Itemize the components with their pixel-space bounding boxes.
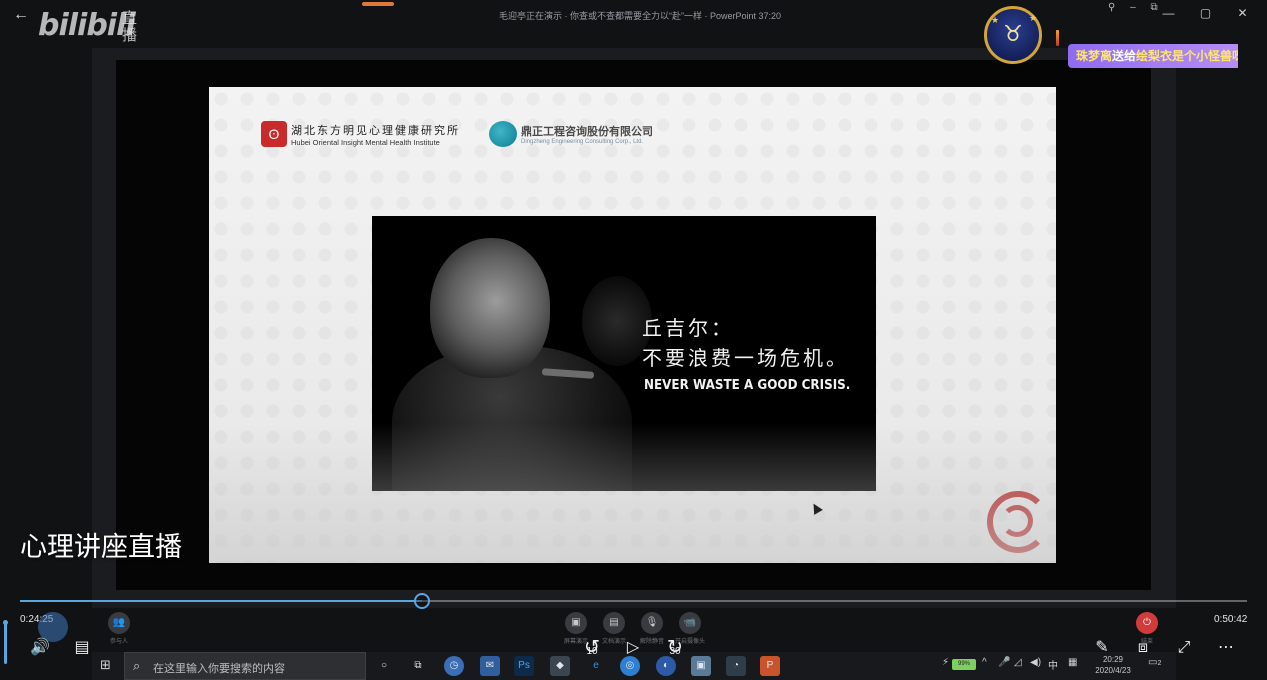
progress-bar[interactable] <box>20 593 1247 609</box>
cortana-icon[interactable]: ○ <box>374 656 394 676</box>
comment-icon: ▤ <box>74 639 90 656</box>
screen-app-icon[interactable]: ▣ <box>691 656 711 676</box>
rewind-seconds: 10 <box>586 646 598 657</box>
plug-icon: ⚡ <box>942 657 950 668</box>
camera-icon: 📹 <box>679 612 701 634</box>
battery-indicator[interactable]: 99% <box>952 659 976 670</box>
mail-icon[interactable]: ✉ <box>480 656 500 676</box>
forward-seconds: 30 <box>669 646 681 657</box>
mic-icon: 🎙 <box>641 612 663 634</box>
streamer-avatar[interactable]: ★ ★ ♉ <box>984 6 1042 64</box>
org2-name-en: Dingzheng Engineering Consulting Corp., … <box>521 139 644 145</box>
level-indicator <box>1056 30 1059 46</box>
volume-tray-icon[interactable]: ◀) <box>1030 657 1041 668</box>
edit-button[interactable]: ✎ <box>1090 637 1114 659</box>
participants-label: 参与人 <box>109 639 128 645</box>
forward-button[interactable]: ↻ 30 <box>663 637 687 659</box>
chevron-up-icon[interactable]: ^ <box>982 657 987 668</box>
ime-indicator[interactable]: 中 <box>1048 657 1058 672</box>
quote-author: 丘吉尔： <box>642 316 734 340</box>
window-controls: — ▢ ✕ <box>1150 2 1261 24</box>
org1-name-en: Hubei Oriental Insight Mental Health Ins… <box>291 137 440 147</box>
pencil-icon: ✎ <box>1095 639 1109 656</box>
drag-handle[interactable] <box>362 2 394 6</box>
org2-logo: 鼎正工程咨询股份有限公司 Dingzheng Engineering Consu… <box>489 121 653 147</box>
progress-fill <box>20 600 423 602</box>
gift-verb: 送给 <box>1112 49 1137 63</box>
volume-button[interactable]: 🔊 <box>28 637 52 659</box>
swirl-logo-icon: ʘ <box>261 121 287 147</box>
minimize-button[interactable]: — <box>1150 2 1187 24</box>
notification-count: 2 <box>1157 660 1162 667</box>
slide: ʘ 湖北东方明见心理健康研究所 Hubei Oriental Insight M… <box>209 87 1056 563</box>
volume-slider[interactable] <box>3 620 8 664</box>
play-button[interactable]: ▷ <box>621 637 645 659</box>
rewind-button[interactable]: ↺ 10 <box>580 637 604 659</box>
photo-figure-head <box>430 238 550 378</box>
live-logo-text: 直播 <box>122 10 138 44</box>
gift-banner: 珠梦离送给绘梨衣是个小怪兽呀 <box>1068 44 1238 68</box>
danmaku-button[interactable]: ▤ <box>70 637 94 659</box>
taskbar-search-input[interactable]: ⌕ 在这里输入你要搜索的内容 <box>124 652 366 680</box>
file-share-icon: ▤ <box>603 612 625 634</box>
expand-icon: ⤢ <box>1177 639 1191 656</box>
fullscreen-button[interactable]: ⤢ <box>1172 637 1196 659</box>
search-placeholder: 在这里输入你要搜索的内容 <box>153 663 285 675</box>
quote-cn: 不要浪费一场危机。 <box>642 346 849 370</box>
photoshop-icon[interactable]: Ps <box>514 656 534 676</box>
play-icon: ▷ <box>626 639 640 656</box>
gift-sender: 珠梦离 <box>1076 49 1113 63</box>
windows-start-icon[interactable]: ⊞ <box>100 658 114 672</box>
keyboard-icon[interactable]: ▦ <box>1068 657 1077 668</box>
churchill-photo: 丘吉尔： 不要浪费一场危机。 NEVER WASTE A GOOD CRISIS… <box>372 216 876 491</box>
power-icon: ⏻ <box>1136 612 1158 634</box>
top-bar: ← bilibili 直播 毛迎亭正在演示 · 你查或不查都需要全力以“赴”一样… <box>0 0 1267 44</box>
gift-receiver: 绘梨衣是个小怪兽呀 <box>1136 49 1238 63</box>
restore-button[interactable]: ▢ <box>1187 2 1224 24</box>
network-icon[interactable]: ◿ <box>1014 657 1022 668</box>
meeting-app-icon[interactable]: ◔ <box>726 656 746 676</box>
taurus-icon: ♉ <box>1003 21 1023 46</box>
bilibili-logo: bilibili <box>38 8 136 43</box>
back-button[interactable]: ← <box>10 4 32 26</box>
edge-icon[interactable]: e <box>586 656 606 676</box>
powerpoint-icon[interactable]: P <box>760 656 780 676</box>
mic-tray-icon[interactable]: 🎤 <box>998 657 1010 668</box>
meeting-status-text: 毛迎亭正在演示 · 你查或不查都需要全力以“赴”一样 · PowerPoint … <box>498 11 782 21</box>
clock-date: 2020/4/23 <box>1095 666 1131 675</box>
app-icon[interactable]: ◆ <box>550 656 570 676</box>
pip-icon: ⧈ <box>1137 639 1149 656</box>
task-view-icon[interactable]: ⧉ <box>408 656 428 676</box>
more-button[interactable]: ⋯ <box>1214 637 1238 659</box>
picture-in-picture-button[interactable]: ⧈ <box>1131 637 1155 659</box>
more-icon: ⋯ <box>1218 639 1234 656</box>
participants-button[interactable]: 👥 参与人 <box>99 612 139 645</box>
search-icon: ⌕ <box>133 658 141 673</box>
org1-name-cn: 湖北东方明见心理健康研究所 <box>291 123 460 137</box>
participants-icon: 👥 <box>108 612 130 634</box>
total-time: 0:50:42 <box>1214 614 1248 625</box>
swirl-decoration-inner <box>1001 505 1033 537</box>
org2-name-cn: 鼎正工程咨询股份有限公司 <box>521 126 653 138</box>
share-screen-icon: ▣ <box>565 612 587 634</box>
globe-logo-icon <box>489 121 517 147</box>
chat-app-icon[interactable]: ◐ <box>656 656 676 676</box>
org1-logo: ʘ 湖北东方明见心理健康研究所 Hubei Oriental Insight M… <box>261 121 460 147</box>
quote-en: NEVER WASTE A GOOD CRISIS. <box>644 378 851 393</box>
browser-icon[interactable]: ◎ <box>620 656 640 676</box>
clock-app-icon[interactable]: ◷ <box>444 656 464 676</box>
stream-title: 心理讲座直播 <box>20 532 182 562</box>
video-player: ← bilibili 直播 毛迎亭正在演示 · 你查或不查都需要全力以“赴”一样… <box>0 0 1267 680</box>
speaker-icon: 🔊 <box>30 639 50 656</box>
close-button[interactable]: ✕ <box>1224 2 1261 24</box>
